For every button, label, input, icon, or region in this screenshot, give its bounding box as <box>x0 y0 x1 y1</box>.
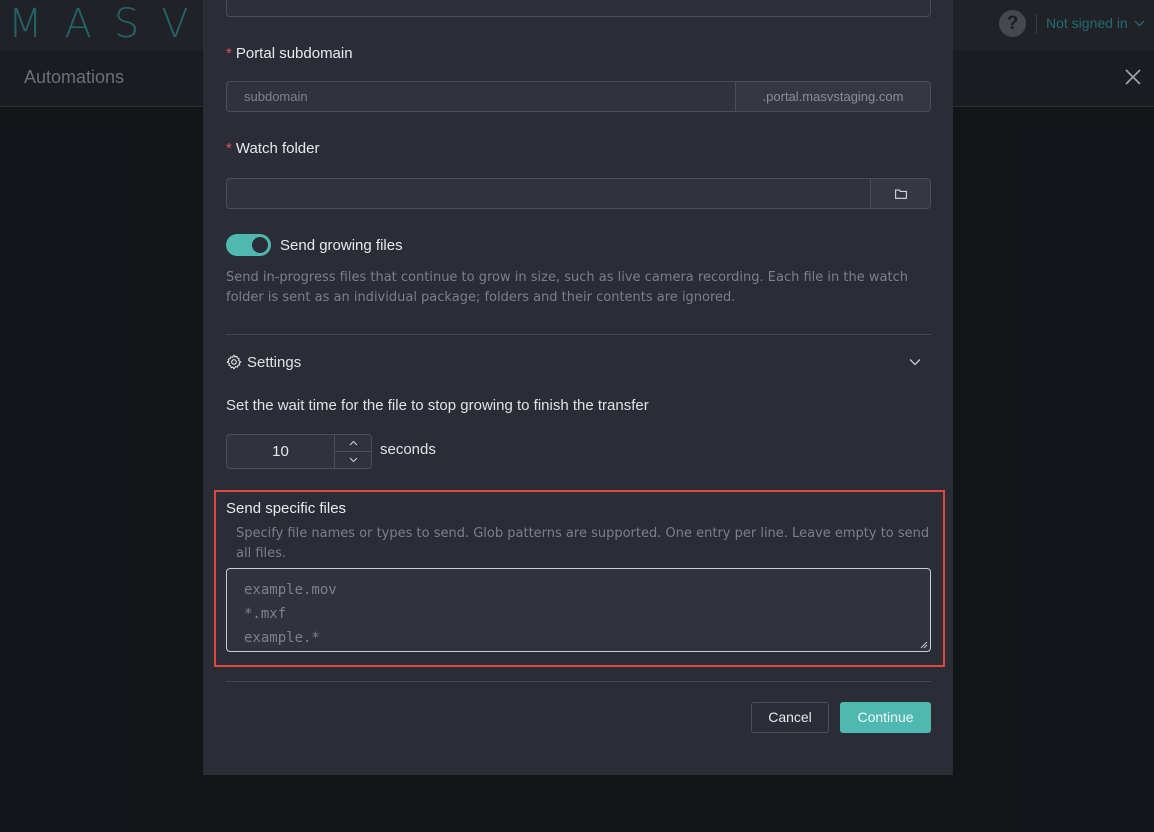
gear-icon <box>226 354 242 370</box>
wait-time-unit: seconds <box>380 441 436 458</box>
continue-button[interactable]: Continue <box>840 702 931 733</box>
decrement-button[interactable] <box>335 451 371 468</box>
growing-files-toggle[interactable] <box>226 234 271 256</box>
watch-folder-group <box>226 178 931 209</box>
growing-files-label: Send growing files <box>280 236 403 254</box>
increment-button[interactable] <box>335 435 371 451</box>
folder-icon <box>894 189 907 199</box>
wait-time-input[interactable]: 10 <box>227 435 334 468</box>
wait-time-label: Set the wait time for the file to stop g… <box>226 397 649 414</box>
footer-divider <box>226 681 931 682</box>
specific-files-label: Send specific files <box>226 500 347 517</box>
specific-files-textarea[interactable]: example.mov *.mxf example.* <box>226 568 931 652</box>
browse-folder-button[interactable] <box>870 179 930 208</box>
wait-time-stepper: 10 <box>226 434 372 469</box>
watch-folder-input[interactable] <box>227 179 870 208</box>
required-marker: * <box>226 45 232 62</box>
specific-files-help: Specify file names or types to send. Glo… <box>236 526 930 561</box>
growing-files-help: Send in-progress files that continue to … <box>226 270 908 305</box>
placeholder-line: *.mxf <box>244 606 287 622</box>
subdomain-suffix: .portal.masvstaging.com <box>735 82 930 111</box>
placeholder-line: example.mov <box>244 582 337 598</box>
automation-modal: *Portal subdomain .portal.masvstaging.co… <box>203 0 953 775</box>
portal-subdomain-group: .portal.masvstaging.com <box>226 81 931 112</box>
portal-subdomain-input[interactable] <box>227 82 735 111</box>
chevron-up-icon <box>349 440 357 446</box>
previous-field[interactable] <box>226 0 931 17</box>
chevron-down-icon <box>349 457 357 463</box>
stepper-buttons <box>334 435 371 468</box>
required-marker: * <box>226 140 232 157</box>
chevron-down-icon <box>909 359 921 366</box>
settings-label: Settings <box>247 353 302 371</box>
send-specific-files-section: Send specific files Specify file names o… <box>214 490 945 667</box>
section-divider <box>226 334 931 335</box>
resize-handle-icon[interactable] <box>920 641 928 649</box>
portal-subdomain-label: * Portal subdomain <box>226 45 353 62</box>
cancel-button[interactable]: Cancel <box>751 702 829 733</box>
growing-files-row: Send growing files <box>226 234 403 256</box>
settings-toggle[interactable]: Settings <box>226 350 931 374</box>
placeholder-line: example.* <box>244 630 320 646</box>
watch-folder-label: * Watch folder <box>226 140 320 157</box>
